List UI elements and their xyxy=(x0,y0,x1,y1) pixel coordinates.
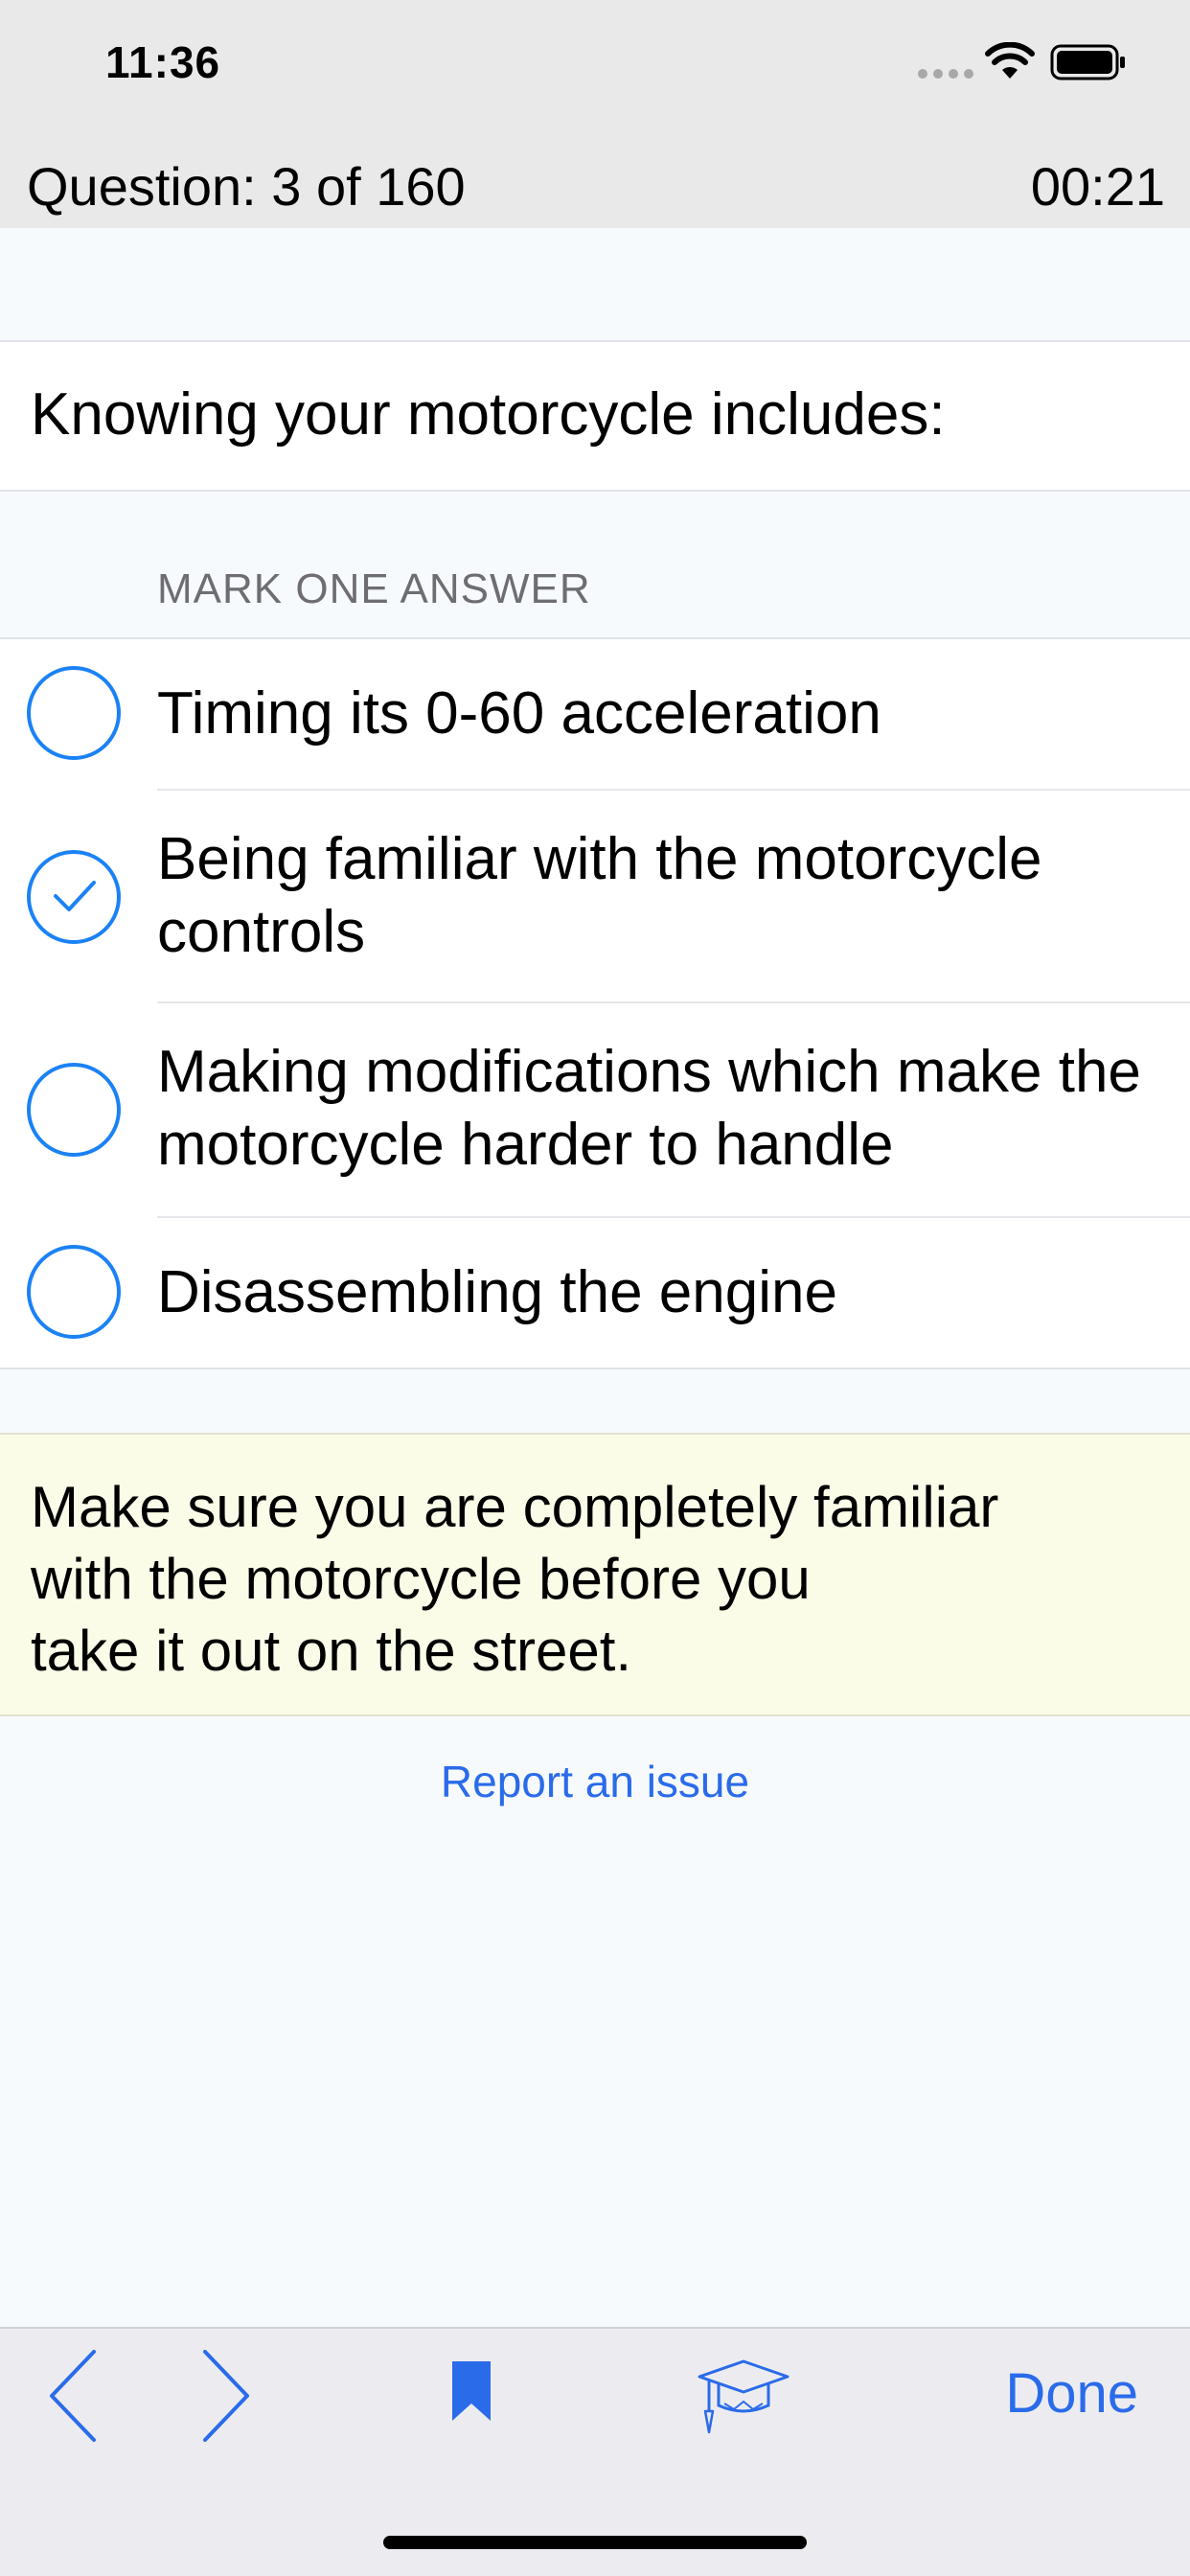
answer-option-3[interactable]: Making modifications which make the moto… xyxy=(0,1003,1190,1216)
answer-list: Timing its 0-60 acceleration Being famil… xyxy=(0,637,1190,1369)
answer-option-4[interactable]: Disassembling the engine xyxy=(0,1218,1190,1368)
answer-option-2[interactable]: Being familiar with the motorcycle contr… xyxy=(0,791,1190,1001)
status-bar: 11:36 xyxy=(0,0,1190,134)
radio-checked-icon[interactable] xyxy=(27,850,121,944)
checkmark-icon xyxy=(54,881,96,911)
cellular-signal-icon xyxy=(918,69,973,79)
radio-unchecked-icon[interactable] xyxy=(27,1245,121,1339)
report-issue-link[interactable]: Report an issue xyxy=(0,1756,1190,1807)
question-counter: Question: 3 of 160 xyxy=(27,156,466,217)
bookmark-icon[interactable] xyxy=(450,2359,492,2423)
answer-label: Making modifications which make the moto… xyxy=(157,1039,1141,1178)
status-time: 11:36 xyxy=(105,37,221,87)
chevron-right-icon[interactable] xyxy=(197,2346,255,2446)
answer-label: Being familiar with the motorcycle contr… xyxy=(157,826,1042,965)
answer-label: Timing its 0-60 acceleration xyxy=(157,680,881,747)
answer-option-1[interactable]: Timing its 0-60 acceleration xyxy=(0,639,1190,789)
wifi-icon xyxy=(985,42,1035,79)
battery-icon xyxy=(1050,44,1125,80)
question-text: Knowing your motorcycle includes: xyxy=(31,381,946,448)
quiz-screen: 11:36 Question: 3 of 160 00:21 Knowing y… xyxy=(0,0,1190,2576)
radio-unchecked-icon[interactable] xyxy=(27,666,121,760)
explanation-text: Make sure you are completely familiar wi… xyxy=(31,1475,999,1683)
done-button[interactable]: Done xyxy=(1005,2361,1138,2426)
graduation-cap-icon[interactable] xyxy=(696,2356,791,2434)
mark-one-answer-label: MARK ONE ANSWER xyxy=(157,565,591,612)
chevron-left-icon[interactable] xyxy=(44,2346,102,2446)
explanation-box: Make sure you are completely familiar wi… xyxy=(0,1433,1190,1716)
question-block: Knowing your motorcycle includes: xyxy=(0,340,1190,492)
answer-label: Disassembling the engine xyxy=(157,1259,837,1325)
radio-unchecked-icon[interactable] xyxy=(27,1063,121,1157)
quiz-timer: 00:21 xyxy=(1030,156,1165,217)
quiz-header: Question: 3 of 160 00:21 xyxy=(0,134,1190,228)
home-indicator[interactable] xyxy=(383,2536,807,2549)
